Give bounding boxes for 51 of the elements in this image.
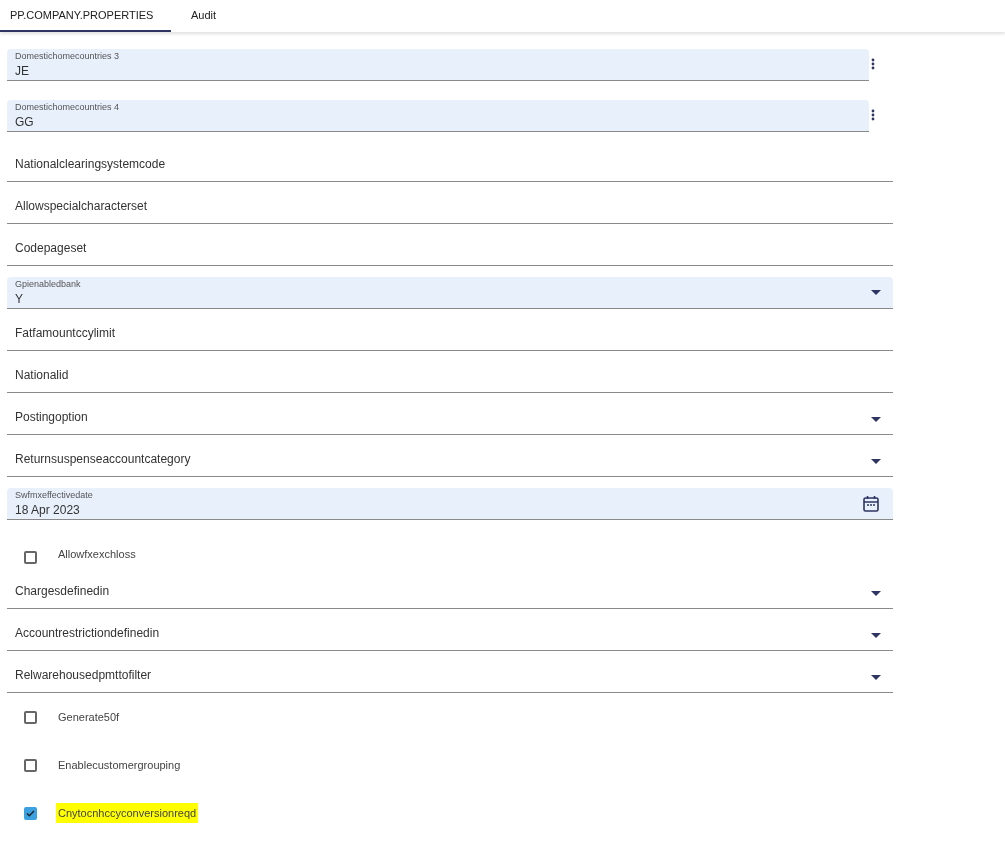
- field-label: Domestichomecountries 4: [15, 103, 121, 112]
- field-label: Nationalid: [15, 367, 70, 384]
- tab[interactable]: PP.COMPANY.PROPERTIES: [0, 0, 171, 32]
- field-label: Chargesdefinedin: [15, 583, 111, 600]
- more-options-icon[interactable]: [871, 58, 875, 70]
- checkbox-label: Enablecustomergrouping: [57, 757, 182, 773]
- field-label: Returnsuspenseaccountcategory: [15, 451, 192, 468]
- dropdown-caret-icon[interactable]: [871, 633, 881, 638]
- field-label: Fatfamountccylimit: [15, 325, 117, 342]
- checkbox[interactable]: [24, 551, 37, 564]
- input-field[interactable]: Nationalclearingsystemcode: [7, 132, 893, 182]
- field-label: Domestichomecountries 3: [15, 52, 121, 61]
- field-label: Swfmxeffectivedate: [15, 491, 94, 500]
- field-value: GG: [15, 116, 35, 128]
- input-field[interactable]: Codepageset: [7, 224, 893, 266]
- checkbox-label: Allowfxexchloss: [57, 546, 137, 562]
- input-field[interactable]: Swfmxeffectivedate 18 Apr 2023: [7, 488, 893, 520]
- more-options-icon[interactable]: [871, 109, 875, 121]
- checkbox-label: Cnytocnhccyconversionreqd: [56, 802, 199, 824]
- input-field[interactable]: Nationalid: [7, 351, 893, 393]
- field-label: Gpienabledbank: [15, 280, 82, 289]
- field-label: Codepageset: [15, 240, 88, 257]
- field-label: Relwarehousedpmttofilter: [15, 667, 153, 684]
- input-field[interactable]: Domestichomecountries 4 GG: [7, 100, 869, 132]
- input-field[interactable]: Returnsuspenseaccountcategory: [7, 435, 893, 477]
- checkbox[interactable]: [24, 806, 37, 820]
- input-field[interactable]: Accountrestrictiondefinedin: [7, 609, 893, 651]
- checkbox[interactable]: [24, 710, 37, 724]
- field-value: Y: [15, 293, 24, 305]
- input-field[interactable]: Allowspecialcharacterset: [7, 182, 893, 224]
- dropdown-caret-icon[interactable]: [871, 459, 881, 464]
- input-field[interactable]: Fatfamountccylimit: [7, 309, 893, 351]
- tab[interactable]: Audit: [171, 0, 237, 32]
- checkbox[interactable]: [24, 758, 37, 772]
- input-field[interactable]: Gpienabledbank Y: [7, 277, 893, 309]
- field-label: Allowspecialcharacterset: [15, 198, 149, 215]
- input-field[interactable]: Relwarehousedpmttofilter: [7, 651, 893, 693]
- input-field[interactable]: Domestichomecountries 3 JE: [7, 49, 869, 81]
- calendar-icon[interactable]: [863, 495, 879, 512]
- input-field[interactable]: Chargesdefinedin: [7, 567, 893, 609]
- dropdown-caret-icon[interactable]: [871, 591, 881, 596]
- input-field[interactable]: Postingoption: [7, 393, 893, 435]
- dropdown-caret-icon[interactable]: [871, 290, 881, 295]
- field-label: Nationalclearingsystemcode: [15, 156, 167, 173]
- checkbox-label: Generate50f: [57, 709, 121, 725]
- dropdown-caret-icon[interactable]: [871, 675, 881, 680]
- field-value: 18 Apr 2023: [15, 504, 81, 516]
- field-label: Accountrestrictiondefinedin: [15, 625, 161, 642]
- field-label: Postingoption: [15, 409, 89, 426]
- dropdown-caret-icon[interactable]: [871, 417, 881, 422]
- field-value: JE: [15, 65, 30, 77]
